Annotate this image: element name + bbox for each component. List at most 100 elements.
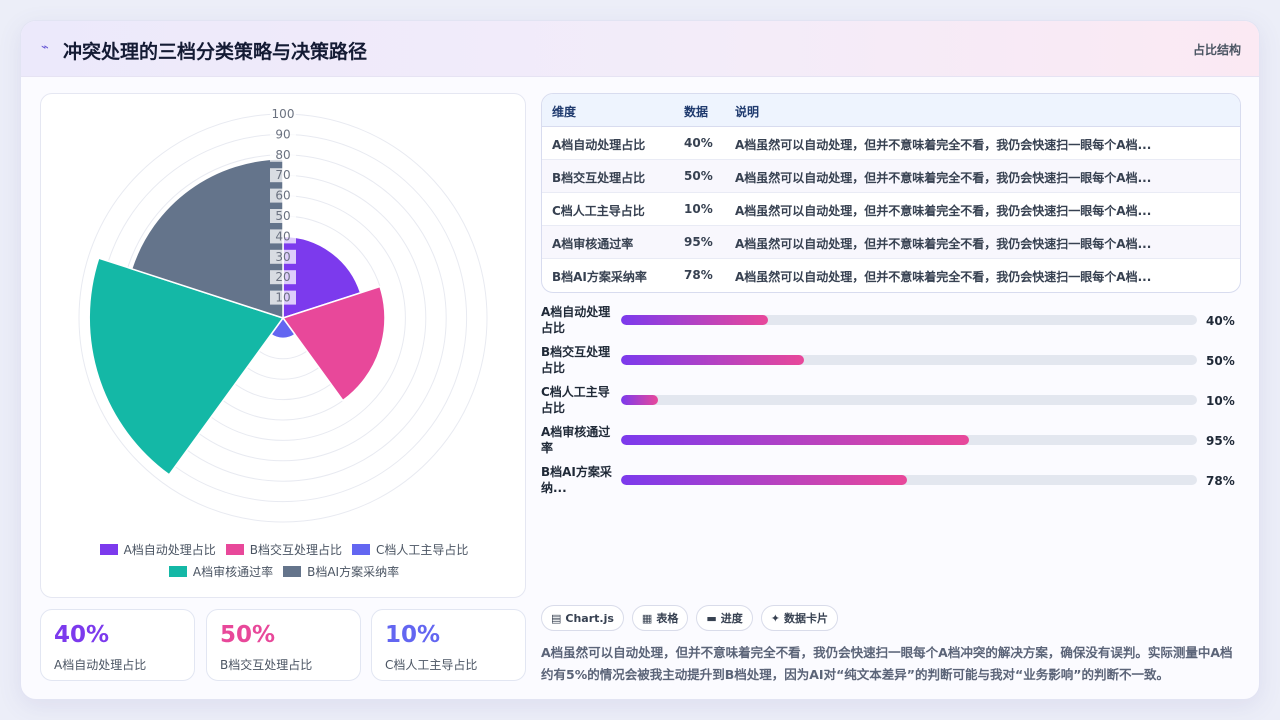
legend-item[interactable]: B档交互处理占比 [225, 541, 342, 558]
progress-track [621, 435, 1197, 445]
stat-label: C档人工主导占比 [385, 658, 478, 672]
legend-swatch [225, 543, 244, 555]
legend-item[interactable]: C档人工主导占比 [352, 541, 468, 558]
table-cell: A档虽然可以自动处理，但并不意味着完全不看，我仍会快速扫一眼每个A档... [735, 237, 1152, 251]
progress-row: B档交互处理占比 50% [541, 343, 1241, 383]
progress-value: 10% [1206, 394, 1235, 408]
chip-table[interactable]: ▦ 表格 [631, 605, 689, 631]
dashboard-frame: ⌁ 冲突处理的三档分类策略与决策路径 占比结构 10 20 30 40 50 60 70 80… [20, 20, 1260, 700]
polar-area-chart: 10 20 30 40 50 60 70 80 90 100 [78, 107, 488, 523]
progress-label: A档审核通过率 [541, 425, 611, 455]
progress-value: 40% [1206, 314, 1235, 328]
progress-fill [621, 355, 805, 365]
stat-value: 50% [220, 622, 276, 648]
chip-label: Chart.js [565, 611, 614, 625]
progress-row: B档AI方案采纳... 78% [541, 463, 1241, 503]
polar-chart-card: 10 20 30 40 50 60 70 80 90 100 A档自动处理占比 B档交互处理占比 … [40, 93, 526, 598]
tick-label: 100 [272, 107, 295, 121]
progress-fill [621, 395, 658, 405]
tick-label: 60 [275, 189, 290, 203]
chip-chartjs[interactable]: ▤ Chart.js [541, 605, 624, 631]
legend-label: A档审核通过率 [192, 564, 274, 579]
table-icon: ▦ [641, 611, 653, 625]
table-cell: A档自动处理占比 [552, 138, 646, 152]
table-cell: A档虽然可以自动处理，但并不意味着完全不看，我仍会快速扫一眼每个A档... [735, 138, 1152, 152]
column-header: 数据 [684, 105, 709, 119]
table-row[interactable]: B档交互处理占比 50% A档虽然可以自动处理，但并不意味着完全不看，我仍会快速… [542, 160, 1240, 193]
table-cell: 40% [684, 136, 713, 150]
progress-value: 78% [1206, 474, 1235, 488]
legend-label: C档人工主导占比 [376, 542, 469, 557]
chip-label: 数据卡片 [783, 612, 828, 625]
table-cell: A档虽然可以自动处理，但并不意味着完全不看，我仍会快速扫一眼每个A档... [735, 171, 1152, 185]
table-cell: A档虽然可以自动处理，但并不意味着完全不看，我仍会快速扫一眼每个A档... [735, 270, 1152, 284]
legend-swatch [283, 565, 302, 577]
progress-row: C档人工主导占比 10% [541, 383, 1241, 423]
column-header: 说明 [735, 105, 760, 119]
progress-label: A档自动处理占比 [541, 305, 611, 335]
progress-fill [621, 315, 768, 325]
progress-row: A档自动处理占比 40% [541, 303, 1241, 343]
progress-track [621, 395, 1197, 405]
legend-label: B档AI方案采纳率 [307, 564, 400, 579]
progress-value: 50% [1206, 354, 1235, 368]
chart-icon: ▤ [551, 611, 562, 625]
page-title: 冲突处理的三档分类策略与决策路径 [63, 41, 368, 63]
tick-label: 20 [275, 270, 290, 284]
stat-label: A档自动处理占比 [54, 658, 147, 672]
table-row[interactable]: A档审核通过率 95% A档虽然可以自动处理，但并不意味着完全不看，我仍会快速扫… [542, 226, 1240, 259]
progress-label: B档交互处理占比 [541, 345, 611, 375]
legend-item[interactable]: A档审核通过率 [168, 563, 274, 580]
tick-label: 80 [275, 148, 290, 162]
progress-track [621, 355, 1197, 365]
chip-label: 进度 [720, 612, 743, 625]
chart-legend: A档自动处理占比 B档交互处理占比 C档人工主导占比 A档审核通过率 B档AI方… [41, 538, 527, 582]
stat-card: 50% B档交互处理占比 [206, 609, 361, 681]
legend-item[interactable]: B档AI方案采纳率 [283, 563, 399, 580]
progress-fill [621, 435, 970, 445]
progress-track [621, 315, 1197, 325]
progress-label: B档AI方案采纳... [541, 465, 612, 495]
legend-swatch [352, 543, 371, 555]
progress-row: A档审核通过率 95% [541, 423, 1241, 463]
table-cell: 95% [684, 235, 713, 249]
progress-value: 95% [1206, 434, 1235, 448]
sparkle-icon: ✦ [770, 611, 780, 625]
stat-value: 40% [54, 622, 110, 648]
table-row[interactable]: B档AI方案采纳率 78% A档虽然可以自动处理，但并不意味着完全不看，我仍会快… [542, 259, 1240, 292]
progress-fill [621, 475, 907, 485]
stat-value: 10% [385, 622, 441, 648]
column-header: 维度 [552, 105, 577, 119]
description-note: A档虽然可以自动处理，但并不意味着完全不看，我仍会快速扫一眼每个A档冲突的解决方… [541, 645, 1233, 682]
table-cell: A档审核通过率 [552, 237, 634, 251]
data-table: 维度 数据 说明 A档自动处理占比 40% A档虽然可以自动处理，但并不意味着完… [541, 93, 1241, 293]
table-cell: 50% [684, 169, 713, 183]
stat-label: B档交互处理占比 [220, 658, 313, 672]
chip-progress[interactable]: ▬ 进度 [696, 605, 753, 631]
table-cell: B档AI方案采纳率 [552, 270, 647, 284]
sparkline-icon: ⌁ [41, 40, 49, 55]
tick-label: 70 [275, 168, 290, 182]
table-header: 维度 数据 说明 [542, 94, 1240, 127]
table-cell: A档虽然可以自动处理，但并不意味着完全不看，我仍会快速扫一眼每个A档... [735, 204, 1152, 218]
header-tag: 占比结构 [1192, 43, 1241, 57]
tick-label: 30 [275, 250, 290, 264]
progress-bars: A档自动处理占比 40% B档交互处理占比 50% C档人工主导占比 10% A… [541, 303, 1241, 503]
progress-label: C档人工主导占比 [541, 385, 610, 415]
legend-item[interactable]: A档自动处理占比 [99, 541, 216, 558]
chip-group: ▤ Chart.js ▦ 表格 ▬ 进度 ✦ 数据卡片 [541, 605, 838, 631]
table-cell: C档人工主导占比 [552, 204, 645, 218]
progress-track [621, 475, 1197, 485]
stat-card: 10% C档人工主导占比 [371, 609, 526, 681]
chip-label: 表格 [656, 612, 679, 625]
chip-data-card[interactable]: ✦ 数据卡片 [760, 605, 838, 631]
table-row[interactable]: A档自动处理占比 40% A档虽然可以自动处理，但并不意味着完全不看，我仍会快速… [542, 127, 1240, 160]
table-cell: 10% [684, 202, 713, 216]
table-row[interactable]: C档人工主导占比 10% A档虽然可以自动处理，但并不意味着完全不看，我仍会快速… [542, 193, 1240, 226]
header: ⌁ 冲突处理的三档分类策略与决策路径 占比结构 [21, 21, 1259, 77]
legend-label: A档自动处理占比 [123, 542, 216, 557]
tick-label: 50 [275, 209, 290, 223]
table-cell: B档交互处理占比 [552, 171, 646, 185]
stat-card: 40% A档自动处理占比 [40, 609, 195, 681]
legend-swatch [168, 565, 187, 577]
